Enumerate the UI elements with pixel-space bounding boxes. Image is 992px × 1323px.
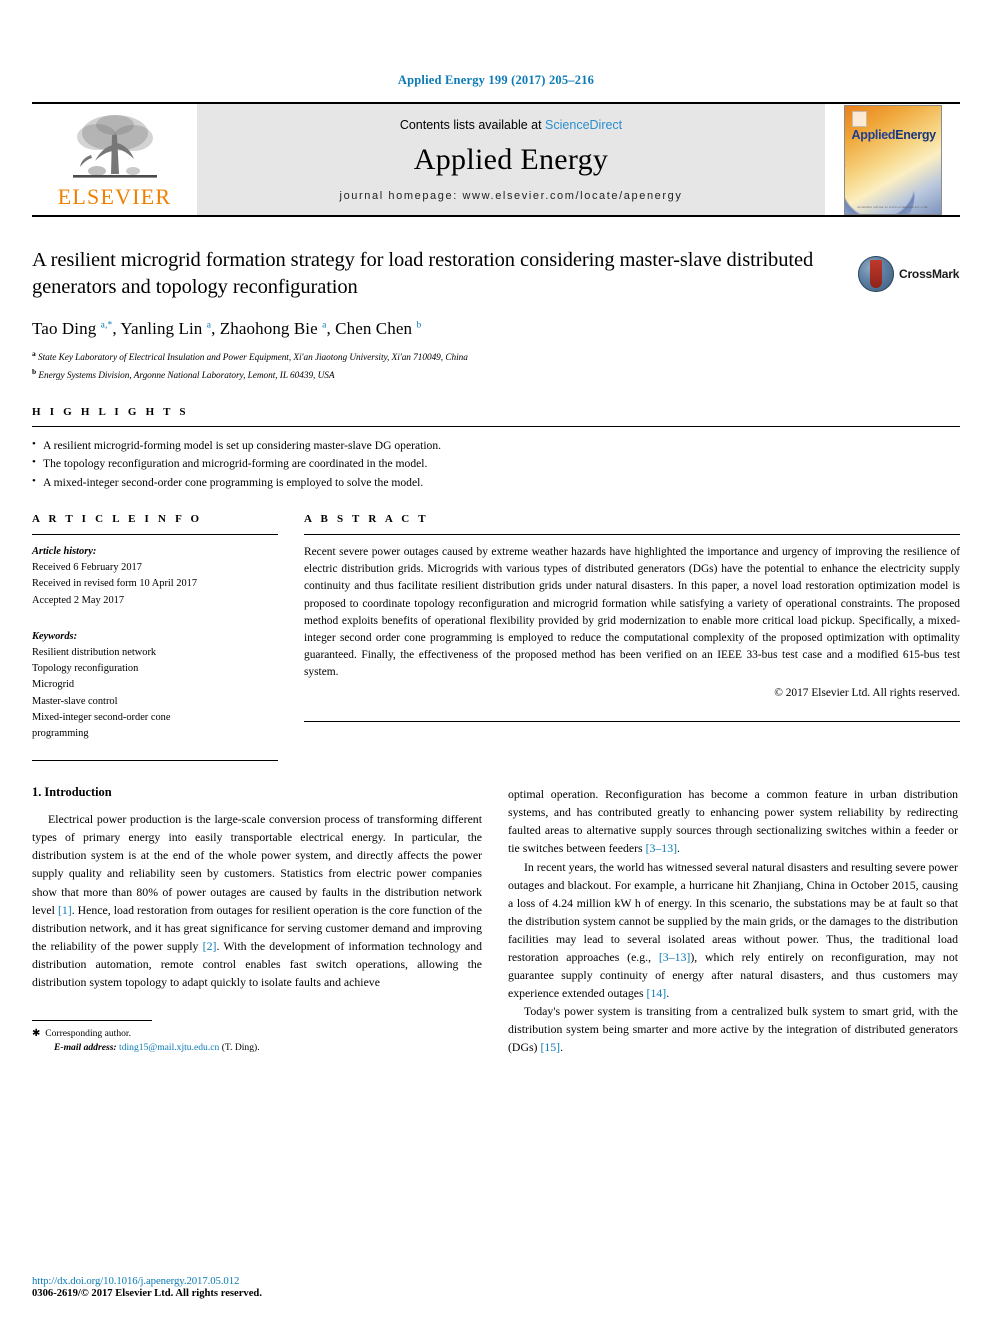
author-list: Tao Ding a,*, Yanling Lin a, Zhaohong Bi… — [32, 318, 422, 338]
history-revised: Received in revised form 10 April 2017 — [32, 578, 198, 590]
keyword-item: Master-slave control — [32, 695, 118, 707]
journal-masthead: ELSEVIER Contents lists available at Sci… — [32, 102, 960, 217]
crossmark-icon — [858, 256, 894, 292]
article-title-block: A resilient microgrid formation strategy… — [32, 247, 960, 384]
cover-title: AppliedEnergy — [851, 127, 937, 142]
history-accepted: Accepted 2 May 2017 — [32, 594, 125, 606]
paper-page: Applied Energy 199 (2017) 205–216 ELSEVI… — [0, 0, 992, 1323]
author-marker: a,* — [100, 319, 113, 330]
citation-ref[interactable]: [3–13] — [659, 950, 690, 964]
keywords-title: Keywords: — [32, 630, 78, 642]
article-history: Article history: Received 6 February 201… — [32, 544, 278, 609]
highlights-section: H I G H L I G H T S A resilient microgri… — [32, 406, 960, 493]
corresponding-author-note: ✱ Corresponding author. — [32, 1026, 482, 1042]
list-item: A mixed-integer second-order cone progra… — [32, 473, 960, 493]
keyword-item: Topology reconfiguration — [32, 663, 139, 675]
keywords-bottom-rule — [32, 760, 278, 762]
abstract-column: A B S T R A C T Recent severe power outa… — [304, 513, 960, 761]
sciencedirect-link[interactable]: ScienceDirect — [545, 118, 622, 132]
citation-ref[interactable]: [14] — [647, 986, 667, 1000]
cover-footer-text: available online at www.sciencedirect.co… — [857, 204, 928, 209]
crossmark-label: CrossMark — [899, 267, 960, 281]
article-info-label: A R T I C L E I N F O — [32, 512, 203, 525]
keywords-block: Keywords: Resilient distribution network… — [32, 629, 278, 743]
email-label: E-mail address: — [54, 1042, 117, 1054]
author-marker: a — [322, 319, 327, 330]
keyword-item: Microgrid — [32, 679, 75, 691]
author-email-link[interactable]: tding15@mail.xjtu.edu.cn — [119, 1042, 219, 1053]
keyword-item: Mixed-integer second-order cone — [32, 711, 171, 723]
page-title: A resilient microgrid formation strategy… — [32, 249, 814, 299]
affiliation-b: b Energy Systems Division, Argonne Natio… — [32, 366, 848, 384]
issn-copyright: 0306-2619/© 2017 Elsevier Ltd. All right… — [32, 1288, 262, 1299]
list-item: A resilient microgrid-forming model is s… — [32, 436, 960, 456]
paragraph: optimal operation. Reconfiguration has b… — [508, 787, 958, 856]
body-column-left: 1. Introduction Electrical power product… — [32, 785, 482, 1056]
author-marker: a — [206, 319, 212, 330]
contents-available-line: Contents lists available at ScienceDirec… — [400, 118, 622, 132]
highlights-label: H I G H L I G H T S — [32, 405, 189, 418]
doi-link[interactable]: http://dx.doi.org/10.1016/j.apenergy.201… — [32, 1275, 262, 1287]
citation-ref[interactable]: [2] — [203, 939, 217, 953]
affiliation-marker: b — [32, 366, 37, 376]
abstract-label: A B S T R A C T — [304, 512, 429, 525]
paragraph: In recent years, the world has witnessed… — [508, 859, 958, 1000]
article-info-rule — [32, 533, 278, 535]
contents-prefix: Contents lists available at — [399, 118, 546, 132]
abstract-text: Recent severe power outages caused by ex… — [304, 545, 960, 679]
highlights-list: A resilient microgrid-forming model is s… — [32, 436, 960, 493]
abstract-copyright: © 2017 Elsevier Ltd. All rights reserved… — [774, 686, 960, 699]
affiliation-a-text: State Key Laboratory of Electrical Insul… — [37, 352, 468, 363]
body-column-right: optimal operation. Reconfiguration has b… — [508, 785, 958, 1056]
cover-elsevier-mark-icon — [851, 110, 867, 127]
affiliation-b-text: Energy Systems Division, Argonne Nationa… — [38, 370, 335, 381]
asterisk-icon: ✱ — [32, 1027, 41, 1039]
history-received: Received 6 February 2017 — [32, 562, 142, 574]
affiliations: a State Key Laboratory of Electrical Ins… — [32, 348, 848, 384]
info-abstract-block: A R T I C L E I N F O Article history: R… — [32, 512, 960, 762]
corresponding-author-text: Corresponding author. — [45, 1027, 131, 1039]
footnote-rule — [32, 1019, 152, 1021]
article-history-title: Article history: — [32, 545, 97, 557]
article-info-column: A R T I C L E I N F O Article history: R… — [32, 512, 278, 762]
journal-title: Applied Energy — [413, 143, 609, 176]
masthead-center: Contents lists available at ScienceDirec… — [197, 104, 825, 215]
paragraph: Electrical power production is the large… — [32, 812, 483, 989]
crossmark-badge[interactable]: CrossMark — [858, 249, 960, 299]
citation-ref[interactable]: [15] — [540, 1040, 560, 1054]
affiliation-marker: a — [32, 348, 36, 358]
keyword-item: Resilient distribution network — [32, 647, 157, 658]
citation-ref[interactable]: [1] — [58, 903, 72, 917]
elsevier-wordmark: ELSEVIER — [57, 184, 172, 209]
journal-homepage[interactable]: journal homepage: www.elsevier.com/locat… — [340, 190, 683, 202]
cover-title-energy: Energy — [895, 127, 936, 142]
publisher-logo: ELSEVIER — [32, 104, 197, 215]
footnote-block: ✱ Corresponding author. E-mail address: … — [32, 1019, 482, 1056]
elsevier-tree-icon — [72, 115, 157, 178]
citation-ref[interactable]: [3–13] — [646, 841, 677, 855]
body-columns: 1. Introduction Electrical power product… — [32, 785, 960, 1056]
author-marker: b — [416, 319, 422, 330]
abstract-rule — [304, 533, 960, 535]
email-note: E-mail address: tding15@mail.xjtu.edu.cn… — [32, 1041, 482, 1056]
abstract-bottom-rule — [304, 720, 960, 722]
email-suffix: (T. Ding). — [221, 1042, 260, 1054]
keyword-item: programming — [32, 728, 89, 740]
page-footer: http://dx.doi.org/10.1016/j.apenergy.201… — [32, 1275, 262, 1299]
section-heading-introduction: 1. Introduction — [32, 785, 112, 800]
journal-cover-thumbnail: AppliedEnergy available online at www.sc… — [825, 104, 960, 215]
list-item: The topology reconfiguration and microgr… — [32, 454, 960, 474]
affiliation-a: a State Key Laboratory of Electrical Ins… — [32, 348, 848, 366]
cover-title-applied: Applied — [851, 127, 896, 142]
paragraph: Today's power system is transiting from … — [508, 1003, 958, 1054]
highlights-rule — [32, 425, 960, 427]
running-head: Applied Energy 199 (2017) 205–216 — [397, 73, 595, 87]
